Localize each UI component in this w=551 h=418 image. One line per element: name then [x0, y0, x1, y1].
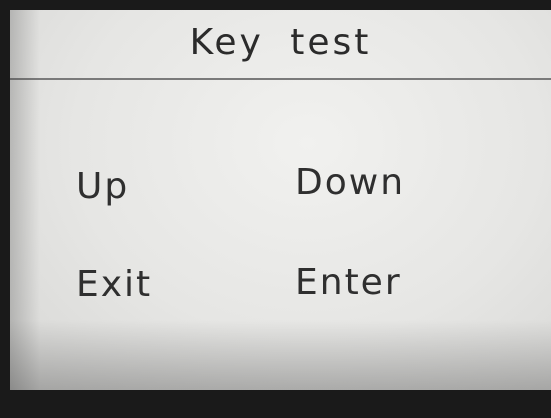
title-divider [10, 78, 551, 80]
key-down-label: Down [295, 162, 406, 203]
key-enter-label: Enter [295, 262, 402, 303]
key-exit-label: Exit [76, 264, 153, 305]
page-title: Key test [189, 22, 372, 63]
key-up-label: Up [76, 166, 130, 207]
screen-shadow-bottom [10, 320, 551, 390]
title-bar: Key test [10, 10, 551, 78]
device-bezel: Key test Up Down Exit Enter [0, 0, 551, 418]
lcd-screen: Key test Up Down Exit Enter [10, 10, 551, 390]
